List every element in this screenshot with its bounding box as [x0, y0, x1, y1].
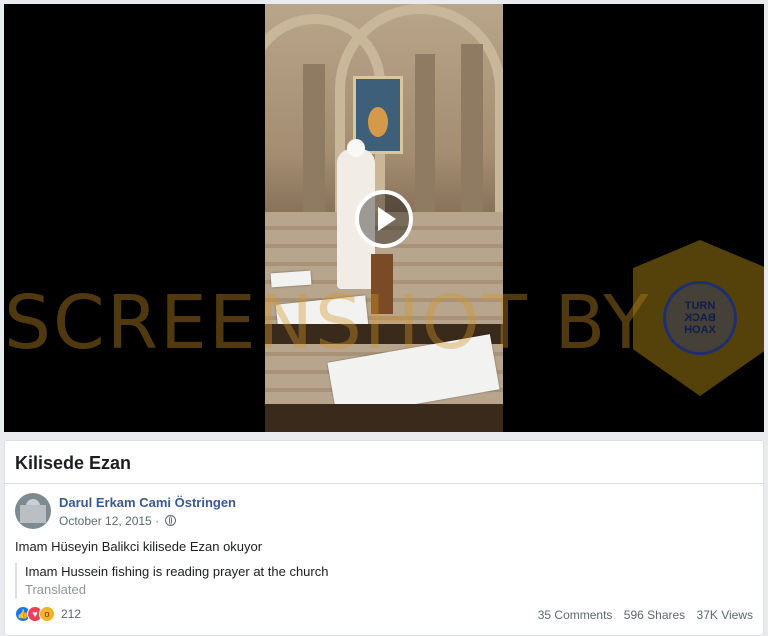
- post-title: Kilisede Ezan: [15, 453, 132, 473]
- avatar[interactable]: [15, 493, 51, 529]
- shares-count-link[interactable]: 596 Shares: [624, 608, 685, 622]
- comments-count-link[interactable]: 35 Comments: [538, 608, 613, 622]
- reaction-count: 212: [61, 607, 82, 621]
- translated-label[interactable]: Translated: [25, 581, 328, 598]
- post-date-link[interactable]: October 12, 2015 ·: [59, 514, 159, 528]
- post-meta: October 12, 2015 ·: [59, 514, 177, 528]
- globe-icon: [165, 515, 177, 526]
- post-card: Kilisede Ezan Darul Erkam Cami Östringen…: [4, 440, 764, 636]
- divider: [5, 483, 763, 484]
- views-count: 37K Views: [696, 608, 753, 622]
- turnbackhoax-logo: TURN BACK HOAX: [663, 281, 737, 355]
- mafindo-seal-logo: TURN BACK HOAX: [633, 240, 764, 396]
- reactions-summary[interactable]: 👍 ♥ o 212: [15, 606, 81, 622]
- video-player[interactable]: SCREENSHOT BY TURN BACK HOAX: [4, 4, 764, 432]
- play-button[interactable]: [355, 190, 413, 248]
- author-name-link[interactable]: Darul Erkam Cami Östringen: [59, 495, 236, 510]
- post-text: Imam Hüseyin Balikci kilisede Ezan okuyo…: [15, 539, 263, 554]
- translation-text: Imam Hussein fishing is reading prayer a…: [25, 564, 329, 579]
- engagement-stats: 35 Comments 596 Shares 37K Views: [530, 608, 753, 622]
- translation-block: Imam Hussein fishing is reading prayer a…: [15, 563, 328, 598]
- watermark-text: SCREENSHOT BY: [4, 280, 651, 366]
- wow-icon: o: [39, 606, 55, 622]
